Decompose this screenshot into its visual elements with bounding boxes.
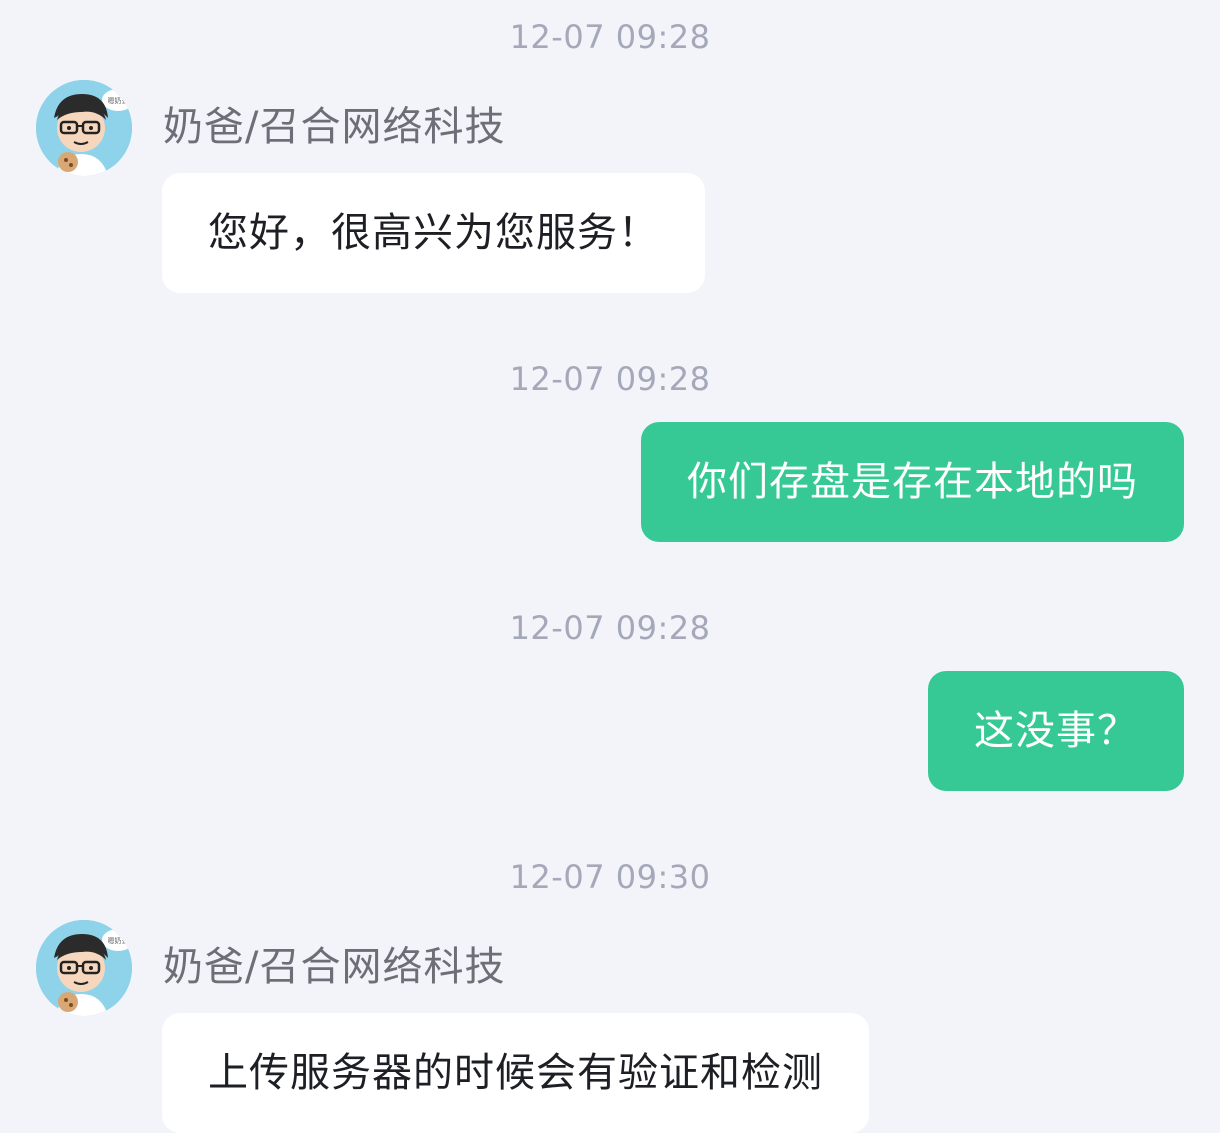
message-timestamp: 12-07 09:28 bbox=[509, 360, 711, 398]
message-timestamp: 12-07 09:28 bbox=[509, 18, 711, 56]
agent-message-bubble[interactable]: 您好，很高兴为您服务！ bbox=[162, 173, 705, 293]
sender-name: 奶爸/召合网络科技 bbox=[163, 944, 506, 990]
avatar-badge-text: 嗯奶去 bbox=[108, 936, 129, 945]
user-message-bubble[interactable]: 你们存盘是存在本地的吗 bbox=[641, 422, 1184, 542]
message-timestamp: 12-07 09:30 bbox=[509, 858, 711, 896]
avatar-badge-text: 嗯奶去 bbox=[108, 96, 129, 105]
message-timestamp: 12-07 09:28 bbox=[509, 609, 711, 647]
agent-avatar[interactable]: 嗯奶去 bbox=[36, 920, 132, 1016]
agent-avatar-icon: 嗯奶去 bbox=[36, 80, 132, 176]
user-message-bubble[interactable]: 这没事？ bbox=[928, 671, 1184, 791]
agent-avatar[interactable]: 嗯奶去 bbox=[36, 80, 132, 176]
sender-name: 奶爸/召合网络科技 bbox=[163, 104, 506, 150]
agent-avatar-icon: 嗯奶去 bbox=[36, 920, 132, 1016]
agent-message-bubble[interactable]: 上传服务器的时候会有验证和检测 bbox=[162, 1013, 869, 1133]
